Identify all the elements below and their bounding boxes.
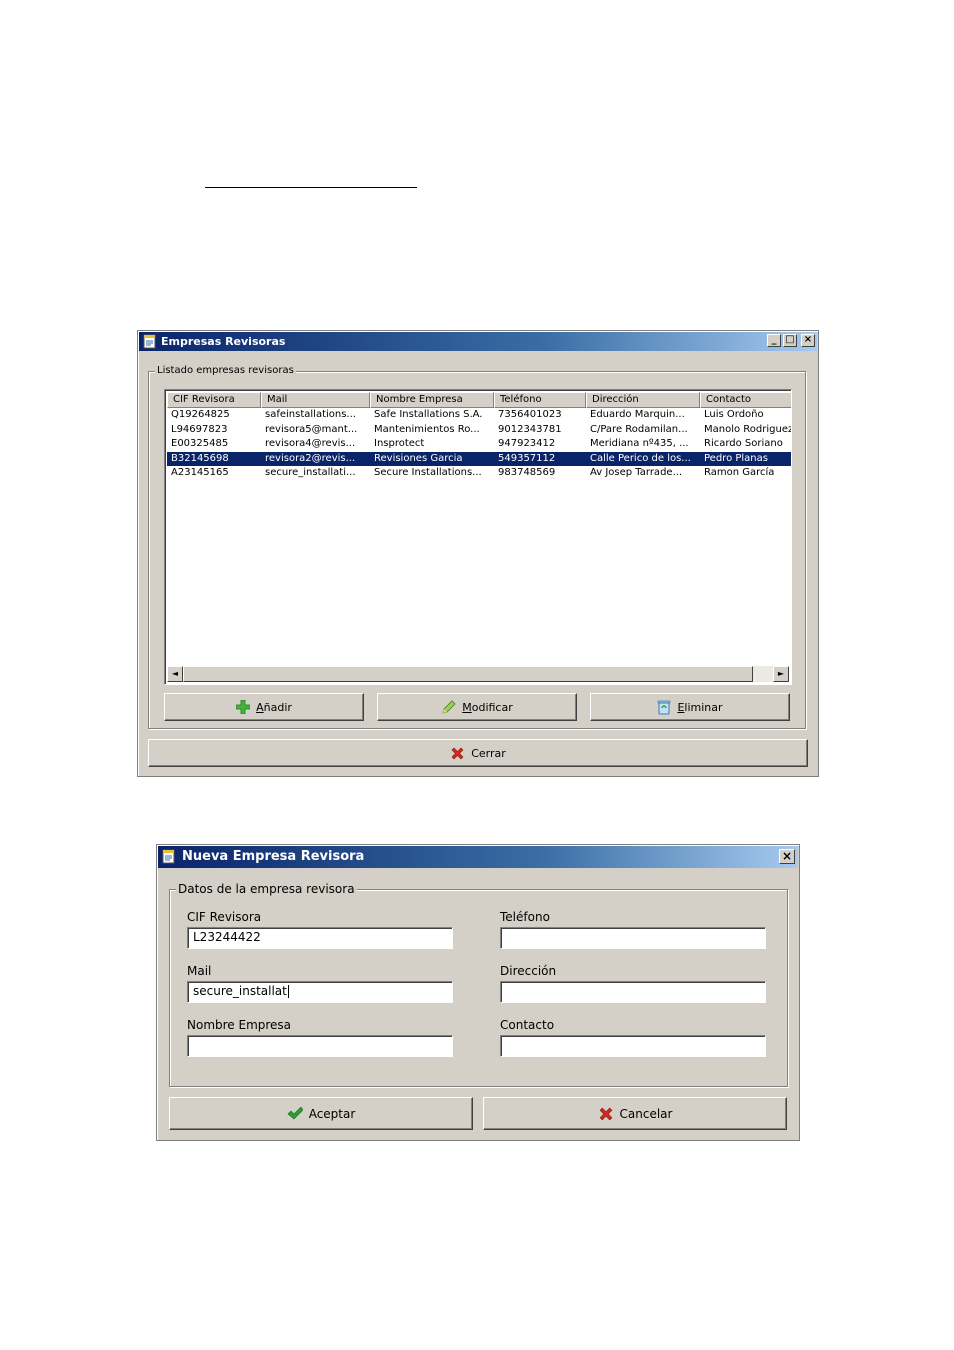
- direccion-label: Dirección: [500, 964, 557, 978]
- nombre-label: Nombre Empresa: [187, 1018, 292, 1032]
- cell-nombre: Insprotect: [374, 438, 425, 449]
- add-mnemonic: A: [256, 700, 264, 714]
- cell-direccion: Meridiana nº435, ...: [590, 438, 689, 449]
- contacto-field[interactable]: [500, 1035, 766, 1057]
- delete-label: liminar: [684, 700, 723, 714]
- mail-field[interactable]: secure_installat: [187, 981, 453, 1003]
- notepad-icon: [162, 849, 175, 864]
- cell-nombre: Secure Installations...: [374, 467, 482, 478]
- table-row[interactable]: B32145698 revisora2@revis... Revisiones Ga…: [167, 451, 791, 466]
- title-bar[interactable]: Empresas Revisoras _ □ ×: [139, 332, 817, 351]
- scroll-right-button[interactable]: ►: [773, 666, 789, 682]
- close-label: Cerrar: [471, 746, 506, 760]
- cell-nombre: Safe Installations S.A.: [374, 409, 483, 420]
- modify-mnemonic: M: [462, 700, 472, 714]
- empresas-list[interactable]: CIF Revisora Mail Nombre Empresa Teléfon…: [164, 389, 792, 685]
- cell-telefono: 549357112: [498, 452, 556, 464]
- add-label: ñadir: [263, 700, 292, 714]
- accept-label: Aceptar: [308, 1106, 356, 1121]
- column-header-telefono[interactable]: Teléfono: [494, 392, 586, 408]
- red-x-icon: [599, 1107, 612, 1120]
- cell-telefono: 947923412: [498, 438, 556, 449]
- document-underline: [205, 187, 417, 188]
- cell-contacto: Pedro Planas: [704, 452, 768, 464]
- delete-button[interactable]: Eliminar: [590, 693, 790, 721]
- direccion-field[interactable]: [500, 981, 766, 1003]
- modify-label: odificar: [471, 700, 513, 714]
- text-caret: [287, 985, 289, 998]
- nombre-field[interactable]: [187, 1035, 453, 1057]
- cell-contacto: Ramon García: [704, 467, 775, 478]
- cell-direccion: Calle Perico de los...: [590, 452, 691, 464]
- cif-field[interactable]: L23244422: [187, 927, 453, 949]
- cell-contacto: Luis Ordoño: [704, 409, 764, 420]
- cell-direccion: Eduardo Marquin...: [590, 409, 685, 420]
- cell-telefono: 9012343781: [498, 423, 562, 435]
- accept-button[interactable]: Aceptar: [169, 1097, 473, 1130]
- checkmark-icon: [287, 1106, 303, 1119]
- cell-telefono: 983748569: [498, 467, 556, 478]
- window-title: Nueva Empresa Revisora: [182, 849, 365, 864]
- column-header-direccion[interactable]: Dirección: [586, 392, 700, 408]
- column-header-contacto[interactable]: Contacto: [700, 392, 791, 408]
- cell-contacto: Ricardo Soriano: [704, 438, 783, 449]
- cell-telefono: 7356401023: [498, 409, 562, 420]
- table-row[interactable]: L94697823 revisora5@mant... Mantenimientos…: [167, 423, 792, 437]
- scroll-left-button[interactable]: ◄: [167, 666, 183, 682]
- pencil-icon: [442, 699, 456, 714]
- close-window-button[interactable]: ×: [801, 334, 815, 347]
- minimize-button[interactable]: _: [767, 334, 781, 347]
- column-header-mail[interactable]: Mail: [261, 392, 370, 408]
- cell-cif: E00325485: [171, 438, 229, 449]
- group-label: Listado empresas revisoras: [155, 365, 296, 377]
- cell-nombre: Mantenimientos Ro...: [374, 423, 480, 435]
- mail-value: secure_installat: [193, 984, 287, 998]
- cell-direccion: C/Pare Rodamilan...: [590, 423, 688, 435]
- recycle-bin-icon: [658, 700, 671, 714]
- modify-button[interactable]: Modificar: [377, 693, 577, 721]
- contacto-label: Contacto: [500, 1018, 555, 1032]
- plus-icon: [236, 700, 251, 714]
- table-row[interactable]: E00325485 revisora4@revis... Insprotect 947…: [167, 437, 791, 451]
- list-header: CIF Revisora Mail Nombre Empresa Teléfon…: [167, 392, 791, 408]
- empresas-revisoras-window: Empresas Revisoras _ □ × Listado empresa…: [137, 330, 819, 777]
- add-button[interactable]: Añadir: [164, 693, 364, 721]
- nueva-empresa-window: Nueva Empresa Revisora × Datos de la emp…: [156, 844, 800, 1141]
- cell-mail: safeinstallations...: [265, 409, 356, 420]
- table-row[interactable]: Q19264825 safeinstallations... Safe Instal…: [167, 408, 791, 422]
- cell-direccion: Av Josep Tarrade...: [590, 467, 683, 478]
- telefono-label: Teléfono: [500, 910, 550, 924]
- scroll-thumb[interactable]: [183, 666, 753, 682]
- cell-cif: B32145698: [171, 452, 229, 464]
- cell-mail: revisora5@mant...: [265, 423, 358, 435]
- notepad-icon: [143, 334, 156, 349]
- cell-mail: revisora2@revis...: [265, 452, 356, 464]
- cell-mail: secure_installati...: [265, 467, 356, 478]
- cancel-label: Cancelar: [619, 1106, 673, 1121]
- mail-label: Mail: [187, 964, 212, 978]
- red-x-icon: [451, 747, 464, 759]
- cell-mail: revisora4@revis...: [265, 438, 356, 449]
- maximize-button[interactable]: □: [783, 334, 797, 347]
- cell-nombre: Revisiones Garcia: [374, 452, 463, 464]
- cif-label: CIF Revisora: [187, 910, 262, 924]
- cell-cif: L94697823: [171, 423, 228, 435]
- cell-cif: Q19264825: [171, 409, 230, 420]
- horizontal-scrollbar[interactable]: ◄ ►: [167, 666, 789, 682]
- cell-cif: A23145165: [171, 467, 229, 478]
- column-header-nombre[interactable]: Nombre Empresa: [370, 392, 494, 408]
- close-window-button[interactable]: ×: [779, 849, 795, 864]
- group-label: Datos de la empresa revisora: [176, 882, 357, 896]
- cancel-button[interactable]: Cancelar: [483, 1097, 787, 1130]
- table-row[interactable]: A23145165 secure_installati... Secure Inst…: [167, 466, 791, 480]
- close-button[interactable]: Cerrar: [148, 739, 808, 767]
- telefono-field[interactable]: [500, 927, 766, 949]
- cell-contacto: Manolo Rodriguez: [704, 423, 792, 435]
- title-bar[interactable]: Nueva Empresa Revisora ×: [158, 846, 798, 868]
- window-title: Empresas Revisoras: [161, 335, 286, 348]
- column-header-cif[interactable]: CIF Revisora: [167, 392, 261, 408]
